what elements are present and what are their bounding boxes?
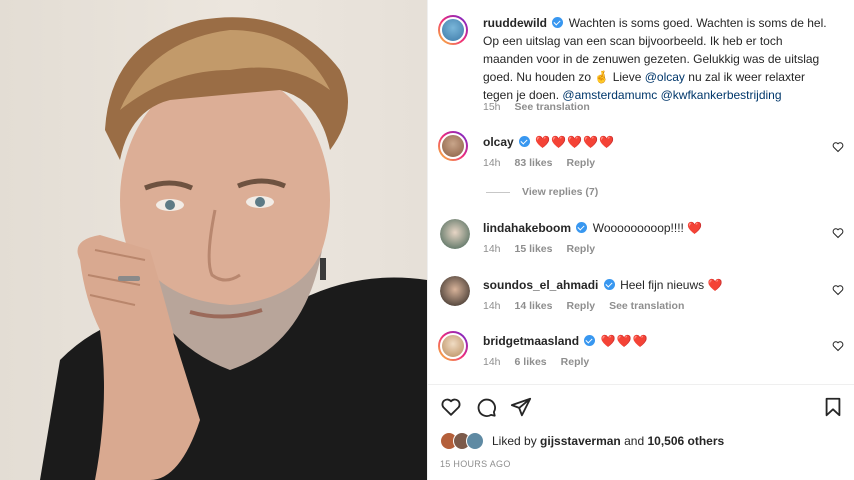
verified-badge-icon <box>576 222 588 233</box>
comment-lindahakeboom: lindahakeboom Wooooooooop!!!! ❤️ <box>483 219 702 237</box>
view-replies-button[interactable]: View replies (7) <box>486 186 598 198</box>
comment-username[interactable]: bridgetmaasland <box>483 334 579 348</box>
paper-plane-icon[interactable] <box>510 396 532 418</box>
likes-prefix: Liked by <box>492 434 537 448</box>
comment-avatar-bridgetmaasland[interactable] <box>438 331 468 361</box>
reply-button[interactable]: Reply <box>561 356 590 368</box>
portrait-illustration <box>40 17 427 480</box>
actions-divider <box>427 384 854 385</box>
comment-like-heart-icon[interactable] <box>832 141 844 153</box>
comment-like-heart-icon[interactable] <box>832 227 844 239</box>
post-photo[interactable] <box>0 0 427 480</box>
reply-button[interactable]: Reply <box>566 243 595 255</box>
caption-author-avatar[interactable] <box>438 15 468 45</box>
view-replies-label[interactable]: View replies (7) <box>522 186 598 198</box>
comment-likes[interactable]: 14 likes <box>515 300 553 312</box>
caption-time: 15h <box>483 101 501 113</box>
comment-time: 14h <box>483 300 501 312</box>
comment-likes[interactable]: 6 likes <box>515 356 547 368</box>
caption-see-translation[interactable]: See translation <box>515 101 590 113</box>
reply-button[interactable]: Reply <box>566 300 595 312</box>
see-translation-button[interactable]: See translation <box>609 300 684 312</box>
bookmark-icon[interactable] <box>822 396 844 418</box>
comment-time: 14h <box>483 356 501 368</box>
comment-avatar-soundos[interactable] <box>440 276 470 306</box>
post-caption: ruuddewild Wachten is soms goed. Wachten… <box>483 14 828 104</box>
comment-like-heart-icon[interactable] <box>832 284 844 296</box>
caption-username[interactable]: ruuddewild <box>483 16 547 30</box>
comment-bubble-icon[interactable] <box>475 396 497 418</box>
comment-time: 14h <box>483 243 501 255</box>
likes-summary: Liked by gijsstaverman and 10,506 others <box>440 432 724 450</box>
comment-meta: 14h 15 likes Reply <box>483 243 609 255</box>
mention-kwfkankerbestrijding[interactable]: @kwfkankerbestrijding <box>661 88 782 102</box>
instagram-post: ruuddewild Wachten is soms goed. Wachten… <box>0 0 854 480</box>
verified-badge-icon <box>584 335 596 346</box>
likes-middle: and <box>624 434 645 448</box>
reply-button[interactable]: Reply <box>566 157 595 169</box>
comment-time: 14h <box>483 157 501 169</box>
comment-avatar-lindahakeboom[interactable] <box>440 219 470 249</box>
comment-text: ❤️❤️❤️❤️❤️ <box>535 135 616 149</box>
comment-text: Wooooooooop!!!! ❤️ <box>592 221 703 235</box>
comment-meta: 14h 83 likes Reply <box>483 157 609 169</box>
comment-likes[interactable]: 83 likes <box>515 157 553 169</box>
comment-likes[interactable]: 15 likes <box>515 243 553 255</box>
mention-amsterdamumc[interactable]: @amsterdamumc <box>562 88 657 102</box>
liker-avatar <box>466 432 484 450</box>
verified-badge-icon <box>552 17 564 28</box>
liker-avatars[interactable] <box>440 432 486 450</box>
mention-olcay[interactable]: @olcay <box>645 70 685 84</box>
comment-username[interactable]: soundos_el_ahmadi <box>483 278 598 292</box>
comment-olcay: olcay ❤️❤️❤️❤️❤️ <box>483 133 615 151</box>
comment-meta: 14h 6 likes Reply <box>483 356 603 368</box>
caption-meta: 15h See translation <box>483 101 604 113</box>
likes-count[interactable]: 10,506 others <box>647 434 724 448</box>
comment-text: ❤️❤️❤️ <box>600 334 649 348</box>
comment-bridgetmaasland: bridgetmaasland ❤️❤️❤️ <box>483 332 649 350</box>
comment-meta: 14h 14 likes Reply See translation <box>483 300 698 312</box>
verified-badge-icon <box>603 279 615 290</box>
caption-text-2: Lieve <box>609 70 645 84</box>
action-bar <box>440 396 844 422</box>
post-time-ago[interactable]: 15 HOURS AGO <box>440 459 511 469</box>
comment-soundos: soundos_el_ahmadi Heel fijn nieuws ❤️ <box>483 276 722 294</box>
verified-badge-icon <box>519 136 531 147</box>
replies-divider-line <box>486 191 510 193</box>
comment-like-heart-icon[interactable] <box>832 340 844 352</box>
comment-username[interactable]: lindahakeboom <box>483 221 571 235</box>
heart-outline-icon[interactable] <box>440 396 462 418</box>
comment-avatar-olcay[interactable] <box>438 131 468 161</box>
liked-by-user[interactable]: gijsstaverman <box>540 434 621 448</box>
comment-username[interactable]: olcay <box>483 135 514 149</box>
comment-text: Heel fijn nieuws ❤️ <box>620 278 723 292</box>
crossed-fingers-emoji: 🤞 <box>594 70 610 84</box>
